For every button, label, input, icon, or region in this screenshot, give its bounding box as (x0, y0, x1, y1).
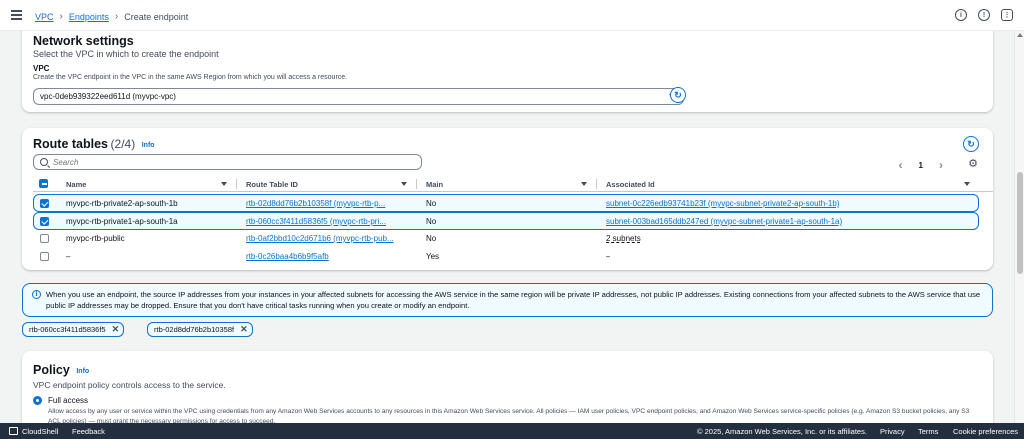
policy-header: Policy Info (33, 363, 89, 377)
main-content: Network settings Select the VPC in which… (0, 31, 1014, 423)
chevron-left-icon[interactable]: ‹ (899, 158, 903, 172)
pagination: ‹ 1 › (899, 158, 943, 172)
route-tables-panel: Route tables (2/4) Info ↻ ‹ 1 › ⚙ Name R… (22, 128, 993, 270)
settings-icon[interactable]: ⋮ (1001, 9, 1013, 21)
breadcrumb: VPC › Endpoints › Create endpoint (35, 11, 188, 22)
feedback-link[interactable]: Feedback (72, 427, 105, 436)
row-route-table-id[interactable]: rtb-02d8dd76b2b10358f (myvpc-rtb-p... (246, 199, 416, 208)
vpc-select-value: vpc-0deb939322eed611d (myvpc-vpc) (40, 92, 176, 101)
row-name: – (66, 252, 71, 261)
route-tables-refresh-button[interactable]: ↻ (963, 136, 979, 152)
policy-title: Policy (33, 363, 70, 377)
policy-description: VPC endpoint policy controls access to t… (33, 380, 226, 390)
sort-icon[interactable] (221, 182, 227, 186)
search-input[interactable] (53, 157, 393, 167)
full-access-radio[interactable] (33, 396, 42, 405)
row-route-table-id[interactable]: rtb-060cc3f411d5836f5 (myvpc-rtb-pri... (246, 217, 416, 226)
column-header-associated-id[interactable]: Associated Id (606, 180, 655, 189)
network-settings-description: Select the VPC in which to create the en… (33, 49, 219, 59)
refresh-icon: ↻ (967, 138, 975, 149)
row-main: Yes (426, 252, 440, 261)
selected-route-table-token: rtb-02d8dd76b2b10358f ✕ (147, 322, 253, 337)
row-name: myvpc-rtb-private1-ap-south-1a (66, 217, 178, 226)
search-icon (40, 158, 48, 166)
chevron-right-icon[interactable]: › (939, 158, 943, 172)
row-route-table-id[interactable]: rtb-0af2bbd10c2d671b6 (myvpc-rtb-pub... (246, 234, 416, 243)
row-main: No (426, 199, 437, 208)
row-route-table-id[interactable]: rtb-0c26baa4b6b9f5afb (246, 252, 416, 261)
privacy-link[interactable]: Privacy (880, 427, 905, 436)
close-icon[interactable]: ✕ (112, 324, 120, 335)
select-all-checkbox[interactable] (39, 179, 48, 188)
route-tables-count: (2/4) (110, 137, 136, 151)
table-row[interactable]: myvpc-rtb-public rtb-0af2bbd10c2d671b6 (… (34, 230, 980, 248)
network-settings-title: Network settings (33, 34, 134, 48)
selected-route-table-token: rtb-060cc3f411d5836f5 ✕ (22, 322, 125, 337)
cloudshell-link[interactable]: CloudShell (22, 427, 58, 436)
row-associated-id: – (606, 252, 611, 261)
table-row[interactable]: myvpc-rtb-private1-ap-south-1a rtb-060cc… (33, 212, 979, 230)
row-associated-id[interactable]: 2 subnets (606, 234, 641, 243)
full-access-label[interactable]: Full access (48, 396, 88, 405)
copyright-text: © 2025, Amazon Web Services, Inc. or its… (697, 427, 867, 436)
breadcrumb-current: Create endpoint (124, 11, 189, 22)
column-header-name[interactable]: Name (66, 180, 86, 189)
row-main: No (426, 217, 437, 226)
network-settings-panel: Network settings Select the VPC in which… (22, 31, 993, 112)
row-main: No (426, 234, 437, 243)
cookie-preferences-link[interactable]: Cookie preferences (953, 427, 1018, 436)
close-icon[interactable]: ✕ (240, 324, 248, 335)
row-checkbox[interactable] (40, 234, 49, 243)
route-tables-info-link[interactable]: Info (142, 142, 155, 149)
chevron-right-icon: › (59, 11, 63, 22)
full-access-description: Allow access by any user or service with… (48, 408, 970, 423)
row-checkbox[interactable] (40, 217, 49, 226)
info-alert-text: When you use an endpoint, the source IP … (46, 290, 981, 310)
cloudshell-icon[interactable] (9, 427, 18, 435)
table-row[interactable]: – rtb-0c26baa4b6b9f5afb Yes – (34, 248, 980, 266)
refresh-icon: ↻ (674, 89, 682, 100)
row-checkbox[interactable] (40, 252, 49, 261)
column-header-main[interactable]: Main (426, 180, 443, 189)
vpc-select[interactable]: vpc-0deb939322eed611d (myvpc-vpc) (33, 88, 684, 105)
route-tables-search[interactable] (33, 154, 422, 170)
route-tables-header: Route tables (2/4) Info (33, 137, 155, 151)
row-checkbox[interactable] (40, 199, 49, 208)
row-associated-id[interactable]: subnet-0c226edb93741b23f (myvpc-subnet-p… (606, 199, 839, 208)
policy-info-link[interactable]: Info (76, 368, 89, 375)
row-name: myvpc-rtb-private2-ap-south-1b (66, 199, 178, 208)
menu-icon[interactable] (11, 10, 22, 20)
sort-icon[interactable] (964, 182, 970, 186)
table-header: Name Route Table ID Main Associated Id (33, 176, 993, 192)
sort-icon[interactable] (401, 182, 407, 186)
vpc-refresh-button[interactable]: ↻ (670, 87, 686, 103)
sort-icon[interactable] (581, 182, 587, 186)
policy-panel: Policy Info VPC endpoint policy controls… (22, 351, 993, 423)
current-page[interactable]: 1 (919, 161, 923, 170)
vpc-label: VPC (33, 64, 50, 73)
scrollbar[interactable] (1014, 31, 1024, 423)
token-label: rtb-060cc3f411d5836f5 (29, 325, 106, 334)
breadcrumb-vpc[interactable]: VPC (35, 12, 54, 22)
route-tables-title: Route tables (33, 137, 109, 151)
info-alert: i When you use an endpoint, the source I… (22, 283, 993, 317)
table-row[interactable]: myvpc-rtb-private2-ap-south-1b rtb-02d8d… (33, 194, 979, 212)
top-navigation-bar: VPC › Endpoints › Create endpoint i ! ⋮ (0, 0, 1024, 31)
breadcrumb-endpoints[interactable]: Endpoints (69, 12, 109, 22)
scrollbar-thumb[interactable] (1017, 172, 1023, 274)
terms-link[interactable]: Terms (918, 427, 938, 436)
console-footer: CloudShell Feedback © 2025, Amazon Web S… (0, 423, 1024, 439)
scroll-up-icon[interactable] (1017, 33, 1023, 37)
info-icon[interactable]: i (955, 9, 967, 21)
row-name: myvpc-rtb-public (66, 234, 125, 243)
column-header-route-table-id[interactable]: Route Table ID (246, 180, 298, 189)
gear-icon[interactable]: ⚙ (968, 157, 978, 170)
vpc-help-text: Create the VPC endpoint in the VPC in th… (33, 74, 348, 81)
notifications-icon[interactable]: ! (978, 9, 990, 21)
token-label: rtb-02d8dd76b2b10358f (154, 325, 235, 334)
row-associated-id[interactable]: subnet-003bad165ddb247ed (myvpc-subnet-p… (606, 217, 842, 226)
chevron-right-icon: › (114, 11, 119, 22)
info-icon: i (32, 290, 41, 299)
